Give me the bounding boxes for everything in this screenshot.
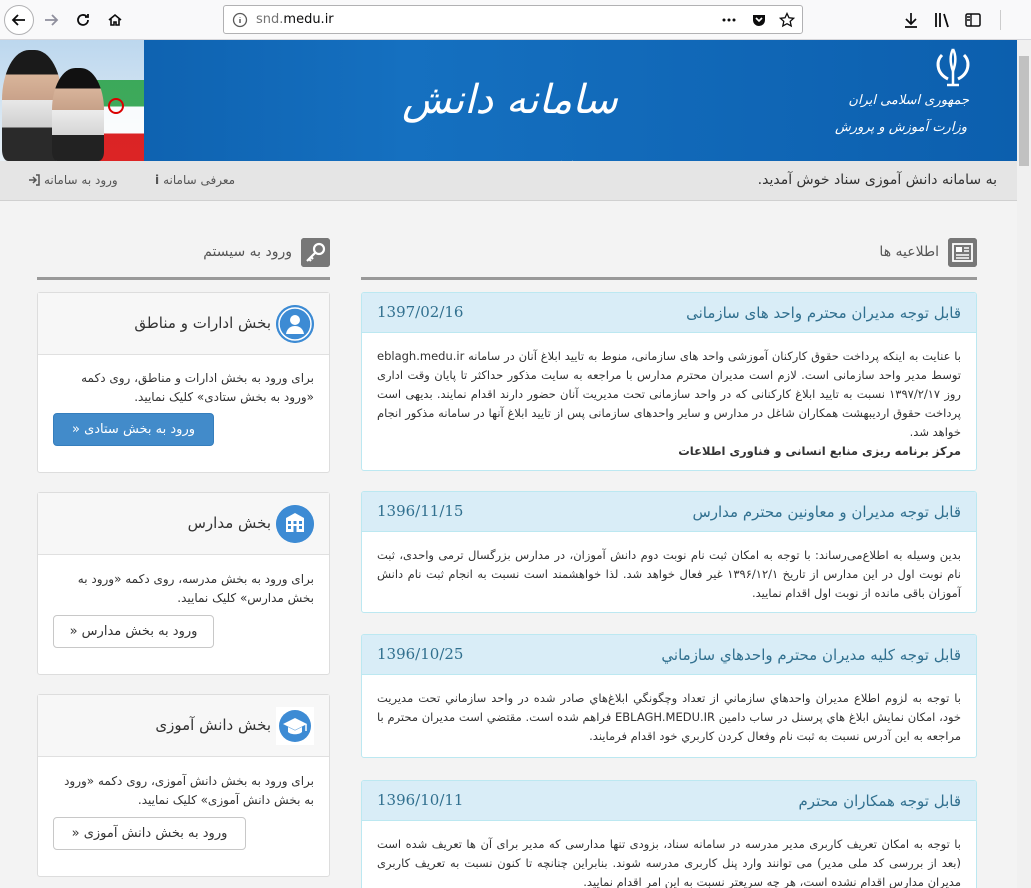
card-students: بخش دانش آموزی برای ورود به بخش دانش آمو… <box>37 694 330 877</box>
news-header: قابل توجه کليه مديران محترم واحدهاي سازم… <box>362 635 976 675</box>
flag-emblem-icon <box>108 98 124 114</box>
card-description: برای ورود به بخش دانش آموزی، روی دکمه «و… <box>64 774 314 807</box>
newspaper-icon <box>948 238 977 267</box>
iran-emblem-icon <box>936 48 970 87</box>
toolbar-divider <box>1000 10 1001 30</box>
user-icon <box>276 305 314 343</box>
news-header: قابل توجه مدیران و معاونین محترم مدارس 1… <box>362 492 976 532</box>
back-button[interactable] <box>4 5 34 35</box>
news-body-text: بدین وسیله به اطلاع‌می‌رساند: با توجه به… <box>377 548 961 600</box>
news-section-title: اطلاعیه ها <box>879 244 939 260</box>
schools-login-button[interactable]: ورود به بخش مدارس « <box>53 615 214 648</box>
news-section-header: اطلاعیه ها <box>361 238 977 280</box>
news-signature: مرکز برنامه ریزی منابع انسانی و فناوری ا… <box>678 444 961 458</box>
card-header: بخش دانش آموزی <box>38 695 329 757</box>
leaders-portrait-image <box>0 40 144 161</box>
card-title: بخش دانش آموزی <box>155 716 271 734</box>
login-link[interactable]: ورود به سامانه <box>28 173 118 187</box>
news-header: قابل توجه همکاران محترم 1396/10/11 <box>362 781 976 821</box>
url-text: snd.medu.ir <box>256 12 334 27</box>
graduation-cap-icon <box>276 707 314 745</box>
card-header: بخش مدارس <box>38 493 329 555</box>
card-description: برای ورود به بخش مدرسه، روی دکمه «ورود ب… <box>77 572 314 605</box>
page-scrollbar[interactable] <box>1017 40 1031 888</box>
students-login-button[interactable]: ورود به بخش دانش آموزی « <box>53 817 246 850</box>
news-title: قابل توجه مدیران محترم واحد های سازمانی <box>686 304 961 322</box>
reload-button[interactable] <box>68 5 98 35</box>
site-banner: سامانه دانش آموزی جمهوری اسلامی ایران وز… <box>0 40 1017 161</box>
library-icon[interactable] <box>933 11 951 29</box>
banner-title: سامانه دانش آموزی <box>402 77 618 123</box>
home-button[interactable] <box>100 5 130 35</box>
building-icon <box>276 505 314 543</box>
news-body: با عنایت به اینکه پرداخت حقوق کارکنان آم… <box>377 347 961 461</box>
ministry-country-text: جمهوری اسلامی ایران <box>848 93 969 108</box>
news-body-text: با توجه به امکان تعریف کاربری مدیر مدرسه… <box>377 837 961 888</box>
pocket-icon[interactable] <box>751 12 767 28</box>
login-section-title: ورود به سیستم <box>203 244 292 260</box>
news-title: قابل توجه همکاران محترم <box>798 792 962 810</box>
back-arrow-icon <box>11 14 25 26</box>
welcome-text: به سامانه دانش آموزی سناد خوش آمدید. <box>757 172 997 188</box>
news-item: قابل توجه مدیران محترم واحد های سازمانی … <box>361 292 977 471</box>
card-title: بخش ادارات و مناطق <box>134 314 271 332</box>
news-title: قابل توجه مدیران و معاونین محترم مدارس <box>692 503 961 521</box>
news-body-text: با توجه به لزوم اطلاع مديران واحدهاي ساز… <box>377 691 961 743</box>
news-item: قابل توجه کليه مديران محترم واحدهاي سازم… <box>361 634 977 758</box>
about-link[interactable]: معرفی سامانه i <box>155 173 235 187</box>
news-date: 1396/10/25 <box>377 645 464 663</box>
sign-in-icon <box>29 174 40 186</box>
news-header: قابل توجه مدیران محترم واحد های سازمانی … <box>362 293 976 333</box>
card-offices: بخش ادارات و مناطق برای ورود به بخش ادار… <box>37 292 330 473</box>
staff-login-button[interactable]: ورود به بخش ستادی « <box>53 413 214 446</box>
more-dots-icon[interactable] <box>721 12 737 28</box>
news-item: قابل توجه همکاران محترم 1396/10/11 با تو… <box>361 780 977 888</box>
url-bar[interactable]: snd.medu.ir <box>223 5 803 34</box>
about-link-label: معرفی سامانه <box>163 173 236 187</box>
ministry-name-text: وزارت آموزش و پرورش <box>834 120 967 135</box>
forward-button[interactable] <box>36 5 66 35</box>
news-item: قابل توجه مدیران و معاونین محترم مدارس 1… <box>361 491 977 613</box>
card-schools: بخش مدارس برای ورود به بخش مدرسه، روی دک… <box>37 492 330 675</box>
login-link-label: ورود به سامانه <box>44 173 118 187</box>
top-navbar: به سامانه دانش آموزی سناد خوش آمدید. معر… <box>0 161 1017 201</box>
card-description: برای ورود به بخش ادارات و مناطق، روی دکم… <box>81 371 314 404</box>
info-icon: i <box>155 173 160 187</box>
home-icon <box>108 13 122 26</box>
card-header: بخش ادارات و مناطق <box>38 293 329 355</box>
star-icon[interactable] <box>779 12 795 28</box>
info-icon[interactable] <box>232 12 248 28</box>
news-date: 1396/10/11 <box>377 791 464 809</box>
news-title: قابل توجه کليه مديران محترم واحدهاي سازم… <box>661 646 961 664</box>
news-body-text: با عنایت به اینکه پرداخت حقوق کارکنان آم… <box>377 349 961 439</box>
portrait-center-image <box>52 68 104 161</box>
sidebar-icon[interactable] <box>964 11 982 29</box>
key-icon <box>301 238 330 267</box>
news-date: 1397/02/16 <box>377 303 464 321</box>
browser-toolbar: snd.medu.ir <box>0 0 1031 40</box>
forward-arrow-icon <box>45 14 59 26</box>
news-date: 1396/11/15 <box>377 502 464 520</box>
download-icon[interactable] <box>902 11 920 29</box>
login-section-header: ورود به سیستم <box>37 238 330 280</box>
scrollbar-thumb[interactable] <box>1019 56 1029 166</box>
card-title: بخش مدارس <box>187 514 271 532</box>
reload-icon <box>77 14 89 26</box>
